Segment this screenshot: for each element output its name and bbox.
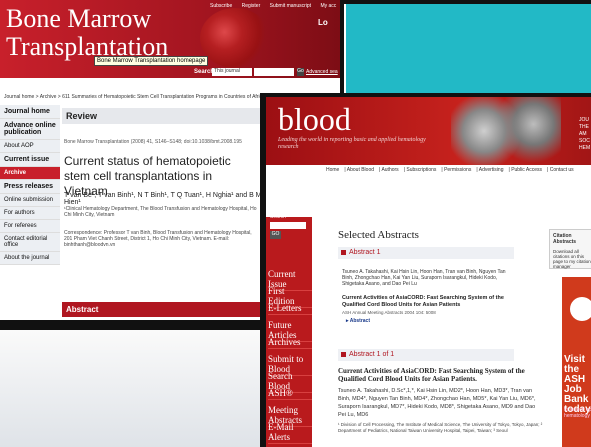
sidebar-item-ash[interactable]: ASH® (268, 388, 312, 400)
bullet-icon (341, 351, 346, 357)
sidebar-item-archive[interactable]: Archive (0, 167, 60, 180)
nav-contact-us[interactable]: Contact us (550, 167, 574, 173)
sidebar-item-online-submission[interactable]: Online submission (0, 194, 60, 207)
blood-top-nav: Home | About Blood | Authors | Subscription… (326, 167, 574, 173)
abstract2-heading-label: Abstract 1 of 1 (349, 351, 395, 358)
abstract2-affiliation: ¹ Division of Cell Processing, The Insti… (338, 422, 543, 433)
blood-cells-graphic (451, 97, 561, 165)
sidebar-item-contact-editorial[interactable]: Contact editorial office (0, 233, 60, 252)
abstract1-meta: ASH Annual Meeting Abstracts 2004 104: 5… (342, 310, 436, 315)
sidebar-item-advance-online[interactable]: Advance online publication (0, 119, 60, 140)
bmt-title-line1[interactable]: Bone Marrow (6, 6, 151, 32)
register-link[interactable]: Register (242, 3, 261, 9)
sidebar-item-archives[interactable]: Archives (268, 337, 312, 349)
citation-box-text: Download all citations on this page to m… (553, 249, 591, 269)
background-teal-panel (346, 0, 591, 93)
bmt-top-links: Subscribe Register Submit manuscript My … (210, 3, 340, 9)
ad-logo-icon (570, 297, 591, 321)
nav-authors[interactable]: Authors (381, 167, 398, 173)
bmt-homepage-tooltip: Bone Marrow Transplantation homepage (94, 56, 209, 66)
sidebar-item-journal-home[interactable]: Journal home (0, 105, 60, 119)
background-gradient-area (0, 330, 265, 447)
sidebar-item-press-releases[interactable]: Press releases (0, 180, 60, 194)
abstract1-heading: Abstract 1 (338, 247, 514, 259)
blood-search-label: Search (270, 214, 286, 220)
sidebar-item-about-journal[interactable]: About the journal (0, 252, 60, 265)
nav-advertising[interactable]: Advertising (479, 167, 504, 173)
blood-header: blood Leading the world in reporting bas… (266, 97, 591, 165)
bmt-sidebar: Journal home Advance online publication … (0, 105, 60, 265)
search-input[interactable] (254, 68, 294, 76)
breadcrumb[interactable]: Journal home > Archive > 611 Summaries o… (4, 94, 287, 100)
bullet-icon (341, 249, 346, 255)
nav-public-access[interactable]: Public Access (511, 167, 542, 173)
abstract-label: Abstract (66, 305, 99, 314)
ash-job-bank-ad[interactable]: Visit the ASH Job Bank today to search o… (562, 277, 591, 447)
ash-journal-label: JOU THE AM SOC HEM (579, 117, 591, 151)
sidebar-item-e-letters[interactable]: E-Letters (268, 303, 312, 315)
abstract1-link[interactable]: ▸ Abstract (346, 318, 370, 324)
article-citation: Bone Marrow Transplantation (2008) 41, S… (64, 139, 242, 145)
citation-box-title: Citation Abstracts (553, 233, 577, 245)
nav-subscriptions[interactable]: Subscriptions (406, 167, 436, 173)
nav-about-blood[interactable]: About Blood (347, 167, 374, 173)
citation-abstracts-box[interactable]: Citation Abstracts Download all citation… (549, 229, 591, 269)
my-account-link[interactable]: My acc (320, 3, 336, 9)
login-link[interactable]: Lo (318, 18, 328, 27)
sidebar-item-about-aop[interactable]: About AOP (0, 140, 60, 153)
nav-permissions[interactable]: Permissions (444, 167, 471, 173)
blood-logo[interactable]: blood (278, 103, 351, 135)
sidebar-item-for-authors[interactable]: For authors (0, 207, 60, 220)
search-scope-select[interactable]: This journal (212, 68, 252, 76)
abstract1-title[interactable]: Current Activities of AsiaCORD: Fast Sea… (342, 295, 522, 308)
bmt-header: Bone Marrow Transplantation Bone Marrow … (0, 0, 340, 78)
divider-block (0, 320, 270, 330)
subscribe-link[interactable]: Subscribe (210, 3, 232, 9)
abstract2-heading: Abstract 1 of 1 (338, 349, 514, 361)
article-authors: T van Be¹, T van Binh¹, N T Binh¹, T Q T… (64, 192, 262, 206)
bone-marrow-graphic (200, 8, 270, 68)
ad-subtext: to search ope hematology p (564, 407, 591, 419)
sidebar-item-current-issue[interactable]: Current issue (0, 153, 60, 167)
abstract2-authors: Tsuneo A. Takahashi, D.Sc*,1,*, Kai Hsin… (338, 388, 536, 418)
advanced-search-link[interactable]: Advanced sea (306, 69, 338, 75)
nav-home[interactable]: Home (326, 167, 339, 173)
blood-search-input[interactable] (270, 222, 306, 229)
sidebar-item-email-alerts[interactable]: E-Mail Alerts (268, 422, 312, 444)
abstract1-link-label: Abstract (349, 318, 371, 324)
page-title: Selected Abstracts (338, 229, 419, 241)
abstract1-heading-label: Abstract 1 (349, 249, 381, 256)
blood-go-button[interactable]: GO (270, 231, 281, 239)
abstract1-authors: Tsuneo A. Takahashi, Kai Hsin Lin, Hoon … (342, 269, 506, 287)
abstract2-title: Current Activities of AsiaCORD: Fast Sea… (338, 367, 525, 383)
article-affiliation: ¹Clinical Hematology Department, The Blo… (64, 206, 257, 218)
blood-tagline: Leading the world in reporting basic and… (278, 137, 426, 150)
article-correspondence: Correspondence: Professor T van Binh, Bl… (64, 230, 252, 248)
ad-headline: Visit the ASH Job Bank today (564, 354, 591, 415)
submit-manuscript-link[interactable]: Submit manuscript (270, 3, 311, 9)
blood-window: blood Leading the world in reporting bas… (260, 93, 591, 447)
search-label: Search (194, 69, 215, 75)
sidebar-item-for-referees[interactable]: For referees (0, 220, 60, 233)
search-go-button[interactable]: Go (297, 68, 304, 76)
